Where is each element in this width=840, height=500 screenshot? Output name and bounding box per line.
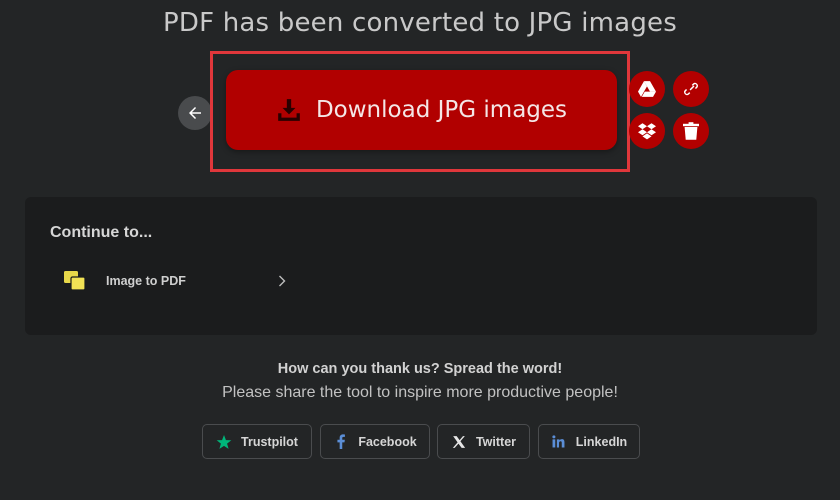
continue-item-label: Image to PDF (106, 274, 186, 288)
continue-card: Continue to... Image to PDF (25, 197, 817, 335)
back-button[interactable] (178, 96, 212, 130)
chevron-right-icon (278, 275, 288, 287)
facebook-icon (333, 434, 349, 450)
share-trustpilot-label: Trustpilot (241, 434, 298, 449)
download-label: Download JPG images (315, 97, 568, 123)
trustpilot-star-icon (216, 434, 232, 450)
save-to-google-drive-button[interactable] (629, 71, 665, 107)
download-icon (276, 97, 302, 123)
x-twitter-icon (451, 434, 467, 450)
continue-heading: Continue to... (50, 224, 153, 241)
share-trustpilot-button[interactable]: Trustpilot (202, 424, 312, 459)
link-icon (682, 80, 700, 98)
save-to-dropbox-button[interactable] (629, 113, 665, 149)
delete-button[interactable] (673, 113, 709, 149)
linkedin-icon (551, 434, 567, 450)
copy-link-button[interactable] (673, 71, 709, 107)
share-facebook-button[interactable]: Facebook (320, 424, 430, 459)
trash-icon (683, 122, 699, 140)
image-to-pdf-icon (63, 270, 87, 292)
share-twitter-button[interactable]: Twitter (437, 424, 530, 459)
continue-item-image-to-pdf[interactable]: Image to PDF (63, 265, 288, 297)
page-title: PDF has been converted to JPG images (163, 8, 677, 38)
share-linkedin-label: LinkedIn (575, 434, 628, 449)
share-title: How can you thank us? Spread the word! (277, 361, 563, 377)
share-twitter-label: Twitter (475, 434, 517, 449)
share-subtitle: Please share the tool to inspire more pr… (222, 384, 618, 401)
share-linkedin-button[interactable]: LinkedIn (538, 424, 640, 459)
dropbox-icon (638, 122, 656, 140)
download-button[interactable]: Download JPG images (226, 70, 617, 150)
google-drive-icon (638, 81, 656, 97)
share-facebook-label: Facebook (358, 434, 417, 449)
arrow-left-icon (186, 104, 204, 122)
